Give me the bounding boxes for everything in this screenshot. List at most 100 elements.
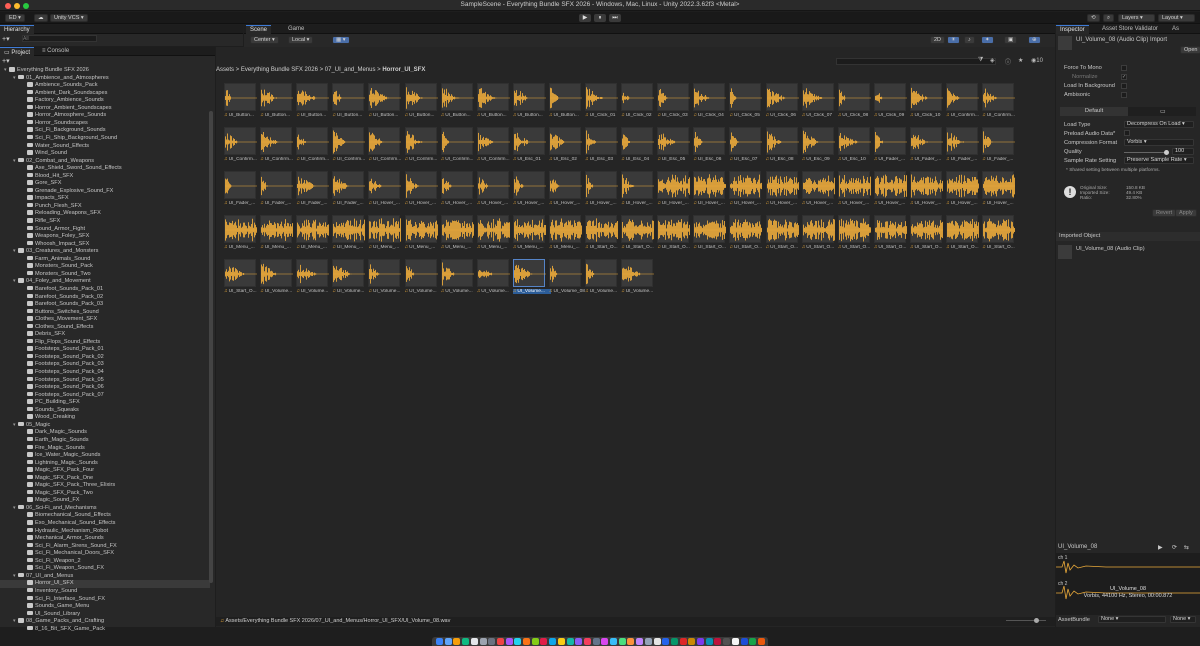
- audio-asset-tile[interactable]: UI_Esc_01: [512, 127, 547, 170]
- audio-asset-tile[interactable]: UI_Click_09: [873, 83, 908, 126]
- folder-item[interactable]: Hydraulic_Mechanism_Robot: [0, 527, 210, 536]
- dock-app-icon[interactable]: [618, 638, 626, 645]
- audio-asset-tile[interactable]: UI_Menu_...: [296, 215, 330, 258]
- gizmos-icon[interactable]: ⊕: [1028, 36, 1041, 44]
- audio-asset-tile[interactable]: UI_Menu_...: [332, 215, 366, 258]
- folder-item[interactable]: ▾ 02_Combat_and_Weapons: [0, 157, 210, 166]
- folder-item[interactable]: Horror_UI_SFX: [0, 580, 210, 588]
- quality-slider-thumb[interactable]: [1163, 150, 1169, 155]
- folder-item[interactable]: Water_Sound_Effects: [0, 142, 210, 151]
- audio-asset-tile[interactable]: UI_Hover_...: [512, 171, 547, 214]
- folder-item[interactable]: Barefoot_Sounds_Pack_01: [0, 285, 210, 294]
- audio-asset-tile[interactable]: UI_Confirm...: [982, 83, 1016, 126]
- folder-item[interactable]: Footsteps_Sound_Pack_04: [0, 369, 210, 377]
- audio-asset-tile[interactable]: UI_Click_01: [585, 83, 619, 126]
- folder-item[interactable]: Sounds_Game_Menu: [0, 603, 210, 611]
- dock-app-icon[interactable]: [531, 638, 539, 645]
- folder-item[interactable]: Footsteps_Sound_Pack_01: [0, 346, 210, 354]
- audio-asset-tile[interactable]: UI_Start_O...: [224, 259, 258, 302]
- audio-asset-tile[interactable]: UI_Volume...: [585, 259, 619, 302]
- folder-item[interactable]: Horror_Ambient_Soundscapes: [0, 104, 210, 113]
- folder-item[interactable]: Flip_Flops_Sound_Effects: [0, 338, 210, 347]
- tab-default-platform[interactable]: Default: [1060, 107, 1128, 116]
- folder-item[interactable]: Buttons_Switches_Sound: [0, 308, 210, 317]
- dock-app-icon[interactable]: [610, 638, 617, 645]
- project-search-input[interactable]: [836, 58, 996, 65]
- layout-dropdown[interactable]: Layout ▾: [1158, 14, 1195, 22]
- audio-asset-tile[interactable]: UI_Menu_...: [404, 215, 439, 258]
- dock-app-icon[interactable]: [514, 638, 522, 645]
- audio-asset-tile[interactable]: UI_Menu_...: [548, 215, 583, 258]
- folder-item[interactable]: Wind_Sound: [0, 150, 210, 158]
- assetbundle-variant-dropdown[interactable]: None ▾: [1170, 616, 1196, 623]
- folder-item[interactable]: Magic_SFX_Pack_Four: [0, 467, 210, 475]
- folder-item[interactable]: Reloading_Weapons_SFX: [0, 210, 210, 218]
- audio-asset-tile[interactable]: UI_Button...: [512, 83, 547, 126]
- folder-item[interactable]: Sound_Armor_Fight: [0, 225, 210, 234]
- folder-item[interactable]: Horror_Atmosphere_Sounds: [0, 112, 210, 120]
- folder-item[interactable]: Whoosh_Impact_SFX: [0, 240, 210, 249]
- dock-app-icon[interactable]: [714, 638, 722, 645]
- audio-asset-tile[interactable]: UI_Hover_...: [657, 171, 691, 214]
- grid-snap-button[interactable]: ▦ ▾: [332, 36, 350, 44]
- audio-asset-tile[interactable]: UI_Esc_10: [837, 127, 872, 170]
- dock-app-icon[interactable]: [662, 638, 670, 645]
- audio-asset-tile[interactable]: UI_Menu_...: [476, 215, 511, 258]
- zoom-slider-thumb[interactable]: [1034, 618, 1039, 623]
- force-to-mono-checkbox[interactable]: [1121, 65, 1127, 71]
- folder-item[interactable]: Exo_Mechanical_Sound_Effects: [0, 520, 210, 528]
- folder-item[interactable]: Footsteps_Sound_Pack_02: [0, 353, 210, 362]
- dock-app-icon[interactable]: [697, 638, 704, 645]
- audio-asset-tile[interactable]: UI_Hover_...: [801, 171, 836, 214]
- dock-app-icon[interactable]: [583, 638, 591, 645]
- dock-app-icon[interactable]: [557, 638, 565, 645]
- folder-item[interactable]: Blood_Hit_SFX: [0, 172, 210, 181]
- folder-item[interactable]: Barefoot_Sounds_Pack_03: [0, 301, 210, 309]
- load-type-dropdown[interactable]: Decompress On Load ▾: [1124, 121, 1194, 128]
- folder-item[interactable]: ▾ 04_Foley_and_Movement: [0, 278, 210, 286]
- filter-icon[interactable]: ⧩: [978, 57, 983, 64]
- info-icon[interactable]: ⓘ: [1005, 57, 1011, 66]
- folder-item[interactable]: Sci_Fi_Mechanical_Doors_SFX: [0, 550, 210, 558]
- dock-app-icon[interactable]: [479, 638, 487, 645]
- folder-item[interactable]: Magic_SFX_Pack_Three_Elixirs: [0, 482, 210, 490]
- camera-icon[interactable]: ▣: [1004, 36, 1018, 44]
- compression-dropdown[interactable]: Vorbis ▾: [1124, 139, 1194, 146]
- audio-asset-tile[interactable]: UI_Esc_02: [548, 127, 583, 170]
- tab-project[interactable]: ▭ Project: [0, 47, 35, 56]
- dock-app-icon[interactable]: [540, 638, 548, 645]
- audio-asset-tile[interactable]: UI_Confirm...: [296, 127, 330, 170]
- folder-item[interactable]: ▾ 05_Magic: [0, 421, 210, 430]
- audio-asset-tile[interactable]: UI_Button...: [224, 83, 258, 126]
- dock-app-icon[interactable]: [444, 638, 452, 645]
- audio-asset-tile[interactable]: UI_Start_O...: [837, 215, 872, 258]
- folder-item[interactable]: ▾ 01_Ambience_and_Atmospheres: [0, 74, 210, 83]
- folder-item[interactable]: Sounds_Squeaks: [0, 406, 210, 415]
- audio-asset-tile[interactable]: UI_Start_O...: [909, 215, 944, 258]
- standalone-icon[interactable]: ▭: [1160, 108, 1166, 115]
- audio-asset-tile[interactable]: UI_Button...: [260, 83, 294, 126]
- audio-asset-tile[interactable]: UI_Confirm...: [260, 127, 294, 170]
- folder-item[interactable]: PC_Building_SFX: [0, 399, 210, 407]
- breadcrumb-item[interactable]: Assets: [216, 67, 234, 73]
- folder-item[interactable]: Sci_Fi_Ship_Background_Sound: [0, 134, 210, 143]
- folder-item[interactable]: Monsters_Sound_Pack: [0, 263, 210, 271]
- dock-app-icon[interactable]: [644, 638, 652, 645]
- audio-asset-tile[interactable]: UI_Hover_...: [585, 171, 619, 214]
- audio-asset-tile[interactable]: UI_Confirm...: [440, 127, 475, 170]
- tab-inspector[interactable]: Inspector: [1056, 25, 1089, 34]
- dock-app-icon[interactable]: [740, 638, 748, 645]
- folder-item[interactable]: Axe_Shield_Sword_Sound_Effects: [0, 165, 210, 173]
- audio-asset-tile[interactable]: UI_Esc_04: [621, 127, 655, 170]
- quality-field[interactable]: 100: [1172, 148, 1194, 155]
- folder-item[interactable]: Magic_SFX_Pack_Two: [0, 489, 210, 498]
- audio-asset-tile[interactable]: UI_Fader_...: [332, 171, 366, 214]
- folder-item[interactable]: Barefoot_Sounds_Pack_02: [0, 293, 210, 302]
- folder-item[interactable]: Sci_Fi_Interface_Sound_FX: [0, 595, 210, 604]
- preview-play-icon[interactable]: ▶: [1158, 544, 1163, 551]
- audio-asset-tile[interactable]: UI_Button...: [476, 83, 511, 126]
- dock-app-icon[interactable]: [723, 638, 731, 645]
- dock-app-icon[interactable]: [636, 638, 644, 645]
- hierarchy-search-input[interactable]: [22, 35, 97, 42]
- audio-asset-tile[interactable]: UI_Fader_...: [909, 127, 944, 170]
